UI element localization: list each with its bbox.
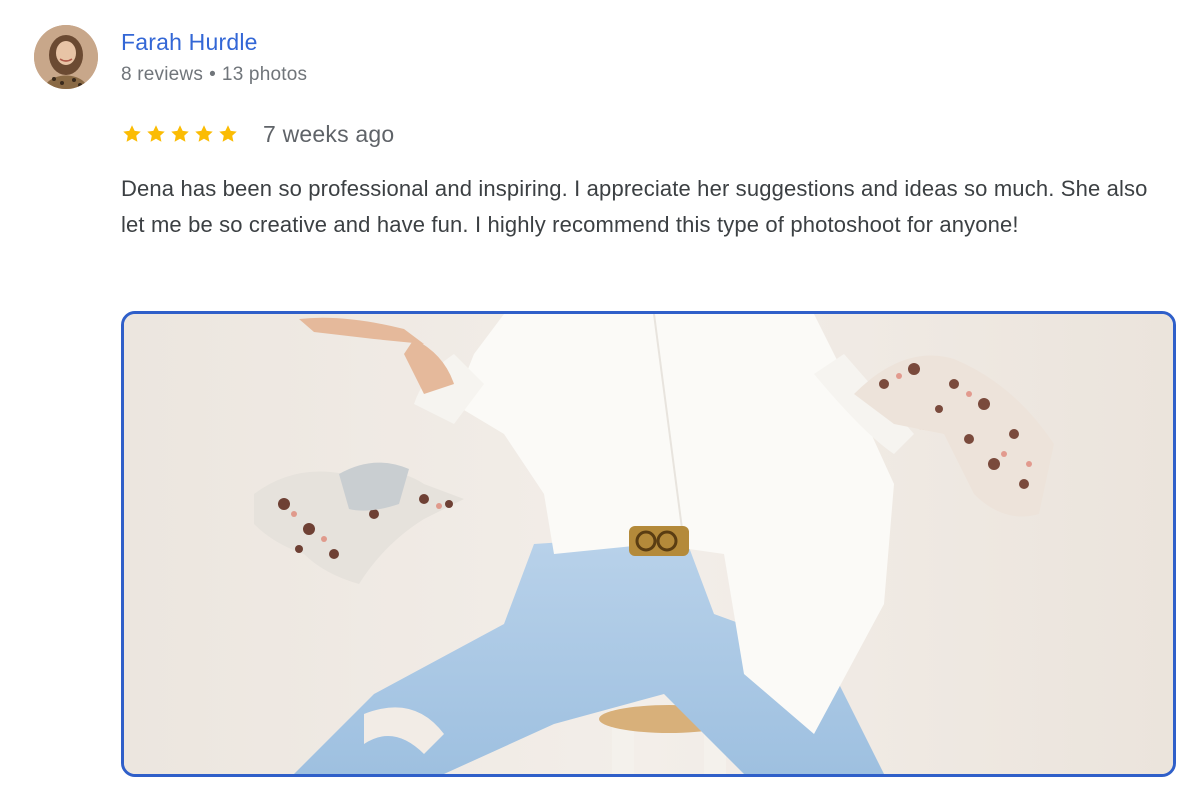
review-date: 7 weeks ago bbox=[263, 120, 395, 147]
star-icon bbox=[171, 125, 189, 142]
rating-row: 7 weeks ago bbox=[121, 119, 394, 149]
review-photo-image bbox=[124, 314, 1173, 774]
review-text: Dena has been so professional and inspir… bbox=[121, 176, 1148, 237]
star-rating bbox=[121, 123, 239, 145]
star-icon bbox=[195, 125, 213, 142]
star-icon bbox=[219, 125, 237, 142]
photo-count: 13 photos bbox=[221, 64, 308, 85]
star-icon bbox=[123, 125, 141, 142]
review-count: 8 reviews bbox=[121, 64, 204, 85]
avatar-photo-icon bbox=[34, 25, 98, 89]
star-icon bbox=[147, 125, 165, 142]
review-photo[interactable] bbox=[121, 311, 1176, 777]
meta-separator: • bbox=[209, 64, 216, 85]
review-card: Farah Hurdle 8 reviews • 13 photos 7 weeks… bbox=[0, 0, 1200, 788]
author-meta: 8 reviews • 13 photos bbox=[121, 64, 307, 86]
author-name-link[interactable]: Farah Hurdle bbox=[121, 29, 258, 56]
author-avatar[interactable] bbox=[34, 25, 98, 89]
